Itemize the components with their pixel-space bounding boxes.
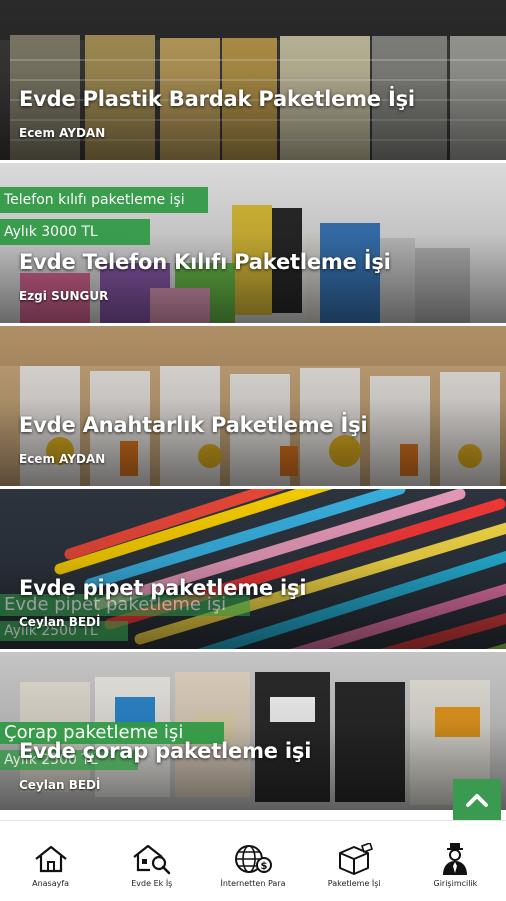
nav-item-evde-ek-is[interactable]: Evde Ek İş xyxy=(101,821,202,901)
post-author: Ecem AYDAN xyxy=(19,452,106,466)
post-title[interactable]: Evde çorap paketleme işi xyxy=(19,739,311,763)
post-card[interactable]: Evde pipet paketleme işi Aylık 2500 TL E… xyxy=(0,489,506,649)
nav-label: Anasayfa xyxy=(32,879,70,888)
scroll-top-button[interactable] xyxy=(453,779,501,821)
nav-item-girisimcilik[interactable]: Girişimcilik xyxy=(405,821,506,901)
post-card[interactable]: Çorap paketleme işi Aylık 2500 TL Evde ç… xyxy=(0,652,506,810)
chevron-up-icon xyxy=(466,794,488,807)
post-title[interactable]: Evde Telefon Kılıfı Paketleme İşi xyxy=(19,250,391,274)
globe-money-icon: $ xyxy=(235,845,272,873)
entrepreneur-icon xyxy=(443,843,468,875)
post-author: Ezgi SUNGUR xyxy=(19,289,109,303)
package-box-icon xyxy=(339,843,374,875)
post-author: Ceylan BEDİ xyxy=(19,778,101,792)
post-title[interactable]: Evde Plastik Bardak Paketleme İşi xyxy=(19,87,415,111)
post-card[interactable]: Telefon kılıfı paketleme işi Aylık 3000 … xyxy=(0,163,506,323)
bottom-navigation: Anasayfa Evde Ek İş $ İnternetten Para P… xyxy=(0,820,506,901)
post-card[interactable]: Evde Anahtarlık Paketleme İşi Ecem AYDAN xyxy=(0,326,506,486)
nav-label: İnternetten Para xyxy=(220,879,286,888)
post-title[interactable]: Evde pipet paketleme işi xyxy=(19,576,307,600)
nav-label: Paketleme İşi xyxy=(327,879,381,888)
svg-text:$: $ xyxy=(261,861,268,872)
post-author: Ecem AYDAN xyxy=(19,126,106,140)
post-author: Ceylan BEDİ xyxy=(19,615,101,629)
nav-item-paketleme-isi[interactable]: Paketleme İşi xyxy=(304,821,405,901)
post-image-banner: Telefon kılıfı paketleme işi xyxy=(0,187,208,213)
nav-label: Evde Ek İş xyxy=(131,879,173,888)
post-card[interactable]: Evde Plastik Bardak Paketleme İşi Ecem A… xyxy=(0,0,506,160)
home-icon xyxy=(34,845,67,873)
post-image-banner: Aylık 3000 TL xyxy=(0,219,150,245)
nav-item-anasayfa[interactable]: Anasayfa xyxy=(0,821,101,901)
nav-label: Girişimcilik xyxy=(433,879,478,888)
nav-item-internetten-para[interactable]: $ İnternetten Para xyxy=(202,821,303,901)
house-search-icon xyxy=(133,844,171,875)
post-title[interactable]: Evde Anahtarlık Paketleme İşi xyxy=(19,413,368,437)
